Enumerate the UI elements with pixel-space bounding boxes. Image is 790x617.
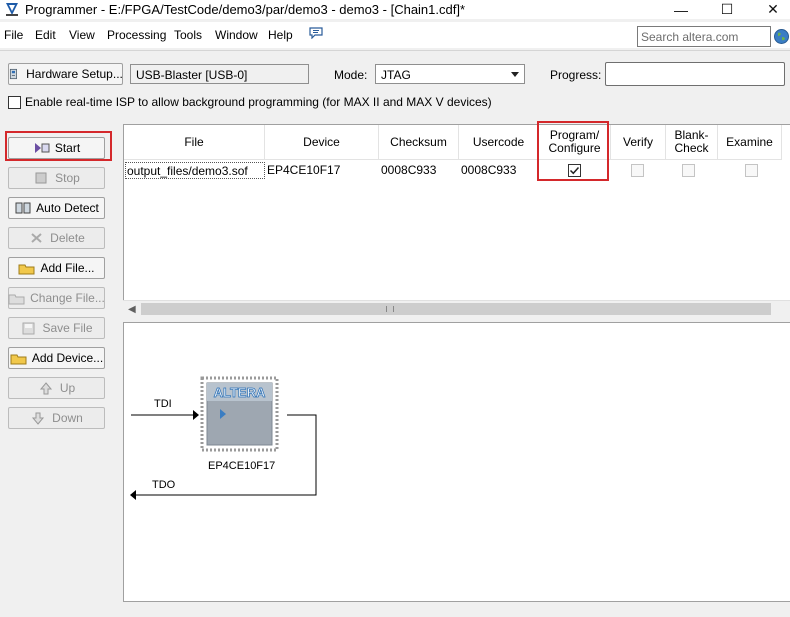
program-configure-highlight-box bbox=[537, 121, 609, 181]
mode-label: Mode: bbox=[334, 68, 368, 82]
add-file-icon bbox=[18, 264, 35, 275]
delete-button[interactable]: Delete bbox=[8, 227, 105, 249]
menu-file[interactable]: File bbox=[4, 28, 23, 42]
hardware-display: USB-Blaster [USB-0] bbox=[130, 64, 309, 84]
auto-detect-icon bbox=[15, 202, 31, 214]
hardware-setup-button[interactable]: Hardware Setup... bbox=[8, 63, 123, 85]
down-label: Down bbox=[52, 411, 83, 425]
fpga-chip[interactable]: ALTERA bbox=[200, 376, 279, 452]
col-header-examine[interactable]: Examine bbox=[718, 125, 782, 160]
auto-detect-label: Auto Detect bbox=[36, 201, 99, 215]
hardware-icon bbox=[10, 68, 18, 80]
mode-select[interactable]: JTAG bbox=[375, 64, 525, 84]
up-label: Up bbox=[59, 381, 76, 395]
col-header-device[interactable]: Device bbox=[265, 125, 379, 160]
col-header-file[interactable]: File bbox=[124, 125, 265, 160]
col-header-verify[interactable]: Verify bbox=[611, 125, 666, 160]
change-file-button[interactable]: Change File... bbox=[8, 287, 105, 309]
menu-separator bbox=[0, 50, 790, 51]
jtag-chain-diagram: ALTERA TDI TDO EP4CE10F17 bbox=[123, 322, 790, 602]
mode-value: JTAG bbox=[381, 68, 411, 82]
change-file-label: Change File... bbox=[30, 291, 105, 305]
blank-check-checkbox bbox=[682, 164, 695, 177]
add-device-button[interactable]: Add Device... bbox=[8, 347, 105, 369]
tdo-label: TDO bbox=[152, 479, 176, 491]
row-device-cell: EP4CE10F17 bbox=[267, 163, 341, 177]
up-button[interactable]: Up bbox=[8, 377, 105, 399]
globe-icon[interactable] bbox=[774, 29, 789, 44]
search-input[interactable] bbox=[638, 27, 770, 46]
chevron-down-icon bbox=[511, 72, 519, 77]
altera-logo: ALTERA bbox=[214, 385, 266, 400]
close-button[interactable]: ✕ bbox=[750, 0, 790, 19]
row-file-cell[interactable]: output_files/demo3.sof bbox=[125, 162, 265, 179]
hardware-setup-label: Hardware Setup... bbox=[26, 67, 123, 81]
chat-help-icon[interactable] bbox=[309, 27, 323, 39]
chain-device-name: EP4CE10F17 bbox=[208, 460, 276, 472]
tdo-arrowhead-icon bbox=[130, 490, 136, 500]
table-horizontal-scrollbar[interactable]: ◀ bbox=[123, 300, 790, 317]
add-device-icon bbox=[10, 354, 27, 365]
isp-checkbox[interactable] bbox=[8, 96, 21, 109]
maximize-button[interactable]: ☐ bbox=[704, 0, 750, 19]
menu-help[interactable]: Help bbox=[268, 28, 293, 42]
save-file-label: Save File bbox=[42, 321, 93, 335]
menu-window[interactable]: Window bbox=[215, 28, 258, 42]
stop-button[interactable]: Stop bbox=[8, 167, 105, 189]
thumb-grip-icon bbox=[386, 306, 394, 312]
menu-processing[interactable]: Processing bbox=[107, 28, 166, 42]
stop-icon bbox=[35, 172, 47, 184]
device-table: File Device Checksum Usercode Program/ C… bbox=[123, 124, 790, 317]
window-title: Programmer - E:/FPGA/TestCode/demo3/par/… bbox=[25, 2, 466, 17]
tdi-arrowhead-icon bbox=[193, 410, 199, 420]
auto-detect-button[interactable]: Auto Detect bbox=[8, 197, 105, 219]
add-device-label: Add Device... bbox=[31, 351, 104, 365]
isp-label: Enable real-time ISP to allow background… bbox=[25, 95, 492, 109]
verify-checkbox bbox=[631, 164, 644, 177]
programmer-app-icon bbox=[6, 3, 18, 16]
examine-checkbox bbox=[745, 164, 758, 177]
delete-label: Delete bbox=[50, 231, 85, 245]
change-file-icon bbox=[8, 294, 25, 305]
start-highlight-box bbox=[5, 131, 112, 161]
down-button[interactable]: Down bbox=[8, 407, 105, 429]
search-field[interactable] bbox=[637, 26, 771, 47]
progress-bar bbox=[605, 62, 785, 86]
add-file-label: Add File... bbox=[40, 261, 95, 275]
scroll-left-icon[interactable]: ◀ bbox=[128, 304, 136, 315]
row-usercode-cell: 0008C933 bbox=[461, 163, 517, 177]
scrollbar-thumb[interactable] bbox=[141, 303, 771, 315]
menu-edit[interactable]: Edit bbox=[35, 28, 56, 42]
stop-label: Stop bbox=[55, 171, 80, 185]
progress-label: Progress: bbox=[550, 68, 602, 82]
row-checksum-cell: 0008C933 bbox=[381, 163, 437, 177]
delete-icon bbox=[31, 233, 42, 243]
minimize-button[interactable]: — bbox=[658, 0, 704, 19]
menu-tools[interactable]: Tools bbox=[174, 28, 202, 42]
tdi-label: TDI bbox=[154, 398, 172, 410]
up-icon bbox=[39, 382, 52, 395]
add-file-button[interactable]: Add File... bbox=[8, 257, 105, 279]
menu-view[interactable]: View bbox=[69, 28, 95, 42]
down-icon bbox=[32, 412, 45, 425]
col-header-blank-check[interactable]: Blank- Check bbox=[666, 125, 718, 160]
save-file-button[interactable]: Save File bbox=[8, 317, 105, 339]
save-file-icon bbox=[22, 322, 35, 335]
col-header-usercode[interactable]: Usercode bbox=[459, 125, 539, 160]
col-header-checksum[interactable]: Checksum bbox=[379, 125, 459, 160]
